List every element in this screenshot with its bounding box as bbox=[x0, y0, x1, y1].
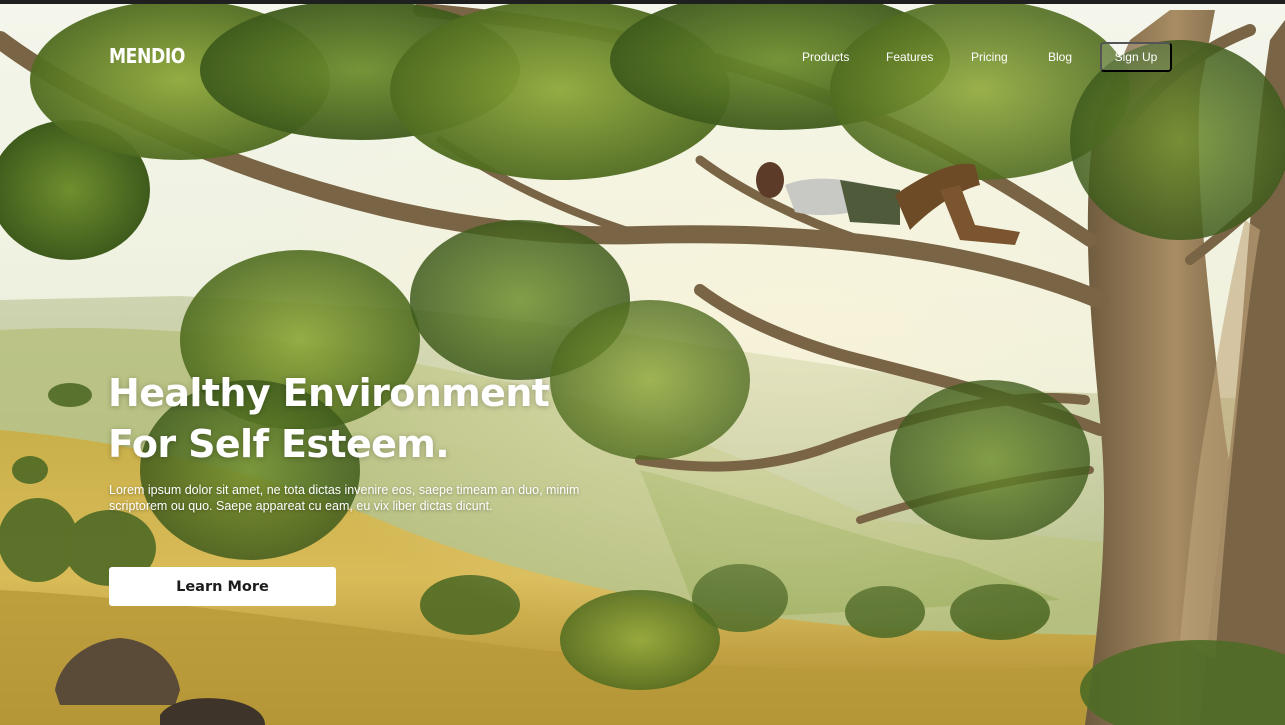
hero-headline-line-2: For Self Esteem. bbox=[108, 422, 450, 466]
window-top-strip bbox=[0, 0, 1285, 4]
hero-headline: Healthy Environment For Self Esteem. bbox=[108, 368, 628, 470]
main-nav: Products Features Pricing Blog bbox=[0, 50, 1285, 68]
hero-background-image bbox=[0, 0, 1285, 725]
hero-description: Lorem ipsum dolor sit amet, ne tota dict… bbox=[109, 483, 580, 513]
nav-link-features[interactable]: Features bbox=[886, 50, 933, 64]
nav-link-blog[interactable]: Blog bbox=[1048, 50, 1072, 64]
nav-link-products[interactable]: Products bbox=[802, 50, 849, 64]
learn-more-button[interactable]: Learn More bbox=[109, 567, 336, 606]
landing-page: MENDIO Products Features Pricing Blog Si… bbox=[0, 0, 1285, 725]
hero-headline-line-1: Healthy Environment bbox=[108, 371, 550, 415]
sign-up-button[interactable]: Sign Up bbox=[1100, 42, 1172, 72]
nav-link-pricing[interactable]: Pricing bbox=[971, 50, 1008, 64]
